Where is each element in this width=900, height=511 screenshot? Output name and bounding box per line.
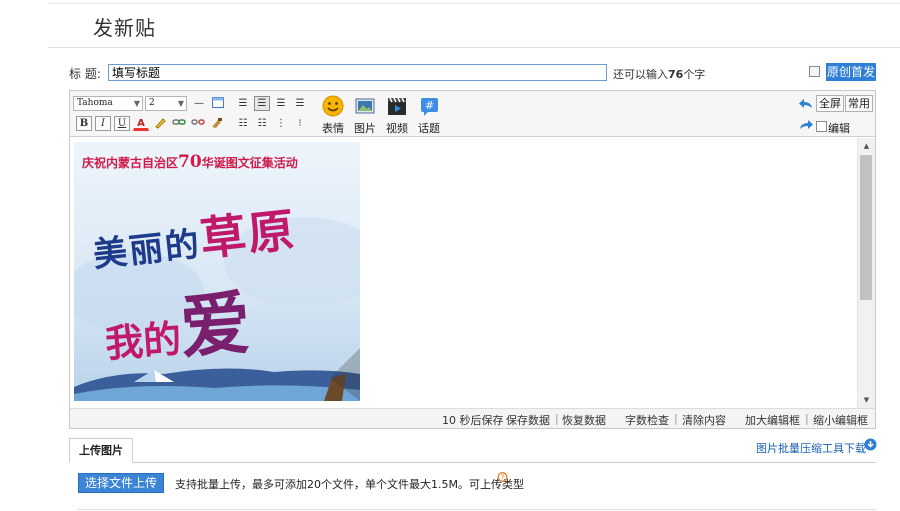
poster-header-tail: 华诞图文征集活动 <box>201 156 298 170</box>
redo-icon[interactable] <box>799 119 813 131</box>
scroll-down-icon[interactable]: ▼ <box>858 394 875 406</box>
poster-line2b: 爱 <box>177 280 254 369</box>
remaining-chars: 还可以输入76个字 <box>613 66 705 82</box>
italic-button[interactable]: I <box>95 116 111 131</box>
download-icon[interactable] <box>864 438 877 451</box>
rich-text-editor: Tahoma ▼ 2 ▼ — ☰ ☰ ☰ ☰ B I U A ☷ ☷ ⋮ ⁝ 表… <box>69 90 876 429</box>
original-button[interactable]: 原创首发 <box>826 63 876 81</box>
font-family-select[interactable]: Tahoma ▼ <box>73 96 143 111</box>
font-size-select[interactable]: 2 ▼ <box>145 96 187 111</box>
chevron-down-icon: ▼ <box>133 99 140 108</box>
top-divider <box>48 3 900 4</box>
font-size-value: 2 <box>149 98 155 108</box>
image-button[interactable]: 图片 <box>351 95 379 136</box>
question-icon[interactable]: ? <box>497 472 508 485</box>
poster-header-text: 庆祝内蒙古自治区 <box>82 156 179 170</box>
compress-tool-link[interactable]: 图片批量压缩工具下载 <box>756 440 866 456</box>
hashtag-icon: # <box>421 98 438 116</box>
common-button[interactable]: 常用 <box>845 95 873 112</box>
font-color-button[interactable]: A <box>133 116 149 131</box>
emoji-label: 表情 <box>322 122 344 135</box>
upload-tabs-divider <box>69 462 876 463</box>
poster-image: 庆祝内蒙古自治区70华诞图文征集活动 美丽的草原 我的爱 <box>74 142 360 401</box>
editor-statusbar: 10 秒后保存 保存数据 | 恢复数据 字数检查 | 清除内容 加大编辑框 | … <box>70 408 875 428</box>
underline-button[interactable]: U <box>114 116 130 131</box>
scroll-thumb[interactable] <box>860 155 872 300</box>
font-family-value: Tahoma <box>77 98 113 108</box>
align-justify-icon[interactable]: ☰ <box>292 96 308 111</box>
word-count-link[interactable]: 字数检查 <box>625 412 669 428</box>
edit-html-checkbox[interactable] <box>816 121 827 132</box>
poster-line2a: 我的 <box>103 315 183 366</box>
table-icon[interactable] <box>210 96 226 111</box>
page-title: 发新贴 <box>93 16 156 40</box>
upload-hint: 支持批量上传，最多可添加20个文件，单个文件最大1.5M。可上传类型 <box>175 478 524 491</box>
enlarge-editor-link[interactable]: 加大编辑框 <box>745 412 800 428</box>
align-left-icon[interactable]: ☰ <box>235 96 251 111</box>
status-separator: | <box>805 412 809 425</box>
link-icon[interactable] <box>171 116 187 131</box>
restore-data-link[interactable]: 恢复数据 <box>562 412 606 428</box>
unlink-icon[interactable] <box>190 116 206 131</box>
shrink-editor-link[interactable]: 缩小编辑框 <box>813 412 868 428</box>
fullscreen-button[interactable]: 全屏 <box>816 95 844 112</box>
topic-button[interactable]: # 话题 <box>415 95 443 136</box>
align-right-icon[interactable]: ☰ <box>273 96 289 111</box>
tab-upload-image[interactable]: 上传图片 <box>69 438 133 463</box>
highlight-icon[interactable] <box>152 116 168 131</box>
poster-line1a: 美丽的 <box>91 224 203 276</box>
unordered-list-icon[interactable]: ⁝ <box>292 116 308 131</box>
remaining-count: 76 <box>668 68 684 81</box>
clear-content-link[interactable]: 清除内容 <box>682 412 726 428</box>
save-data-link[interactable]: 保存数据 <box>506 412 550 428</box>
emoji-button[interactable]: 表情 <box>319 95 347 136</box>
chevron-down-icon: ▼ <box>177 99 184 108</box>
video-button[interactable]: 视频 <box>383 95 411 136</box>
smiley-icon <box>322 95 344 117</box>
bottom-divider <box>78 509 876 510</box>
editor-scrollbar[interactable]: ▲ ▼ <box>857 138 875 408</box>
status-separator: | <box>674 412 678 425</box>
image-icon <box>355 98 375 114</box>
ordered-list-icon[interactable]: ⋮ <box>273 116 289 131</box>
autosave-timer: 10 秒后保存 <box>442 414 504 427</box>
topic-label: 话题 <box>418 122 440 135</box>
horizontal-rule-icon[interactable]: — <box>191 96 207 111</box>
scroll-up-icon[interactable]: ▲ <box>858 140 875 152</box>
svg-text:?: ? <box>501 474 505 482</box>
poster-number: 70 <box>178 152 202 172</box>
clapperboard-icon <box>388 97 406 115</box>
align-center-icon[interactable]: ☰ <box>254 96 270 111</box>
title-divider <box>48 47 900 48</box>
bold-button[interactable]: B <box>76 116 92 131</box>
subject-label: 标 题: <box>69 67 101 81</box>
outdent-icon[interactable]: ☷ <box>254 116 270 131</box>
image-label: 图片 <box>354 122 376 135</box>
subject-input[interactable] <box>108 64 607 81</box>
svg-text:#: # <box>425 99 434 112</box>
poster-header: 庆祝内蒙古自治区70华诞图文征集活动 <box>82 152 360 172</box>
original-checkbox[interactable] <box>809 66 820 77</box>
video-label: 视频 <box>386 122 408 135</box>
editor-toolbar: Tahoma ▼ 2 ▼ — ☰ ☰ ☰ ☰ B I U A ☷ ☷ ⋮ ⁝ 表… <box>70 91 875 149</box>
remaining-suffix: 个字 <box>683 68 706 81</box>
choose-file-button[interactable]: 选择文件上传 <box>78 473 164 493</box>
poster-line2: 我的爱 <box>101 267 254 378</box>
remaining-prefix: 还可以输入 <box>613 68 668 81</box>
indent-icon[interactable]: ☷ <box>235 116 251 131</box>
poster-line1b: 草原 <box>197 202 299 267</box>
editor-content-area[interactable]: 庆祝内蒙古自治区70华诞图文征集活动 美丽的草原 我的爱 <box>70 138 857 408</box>
clear-format-icon[interactable] <box>209 116 225 131</box>
status-separator: | <box>555 412 559 425</box>
undo-icon[interactable] <box>799 98 813 110</box>
